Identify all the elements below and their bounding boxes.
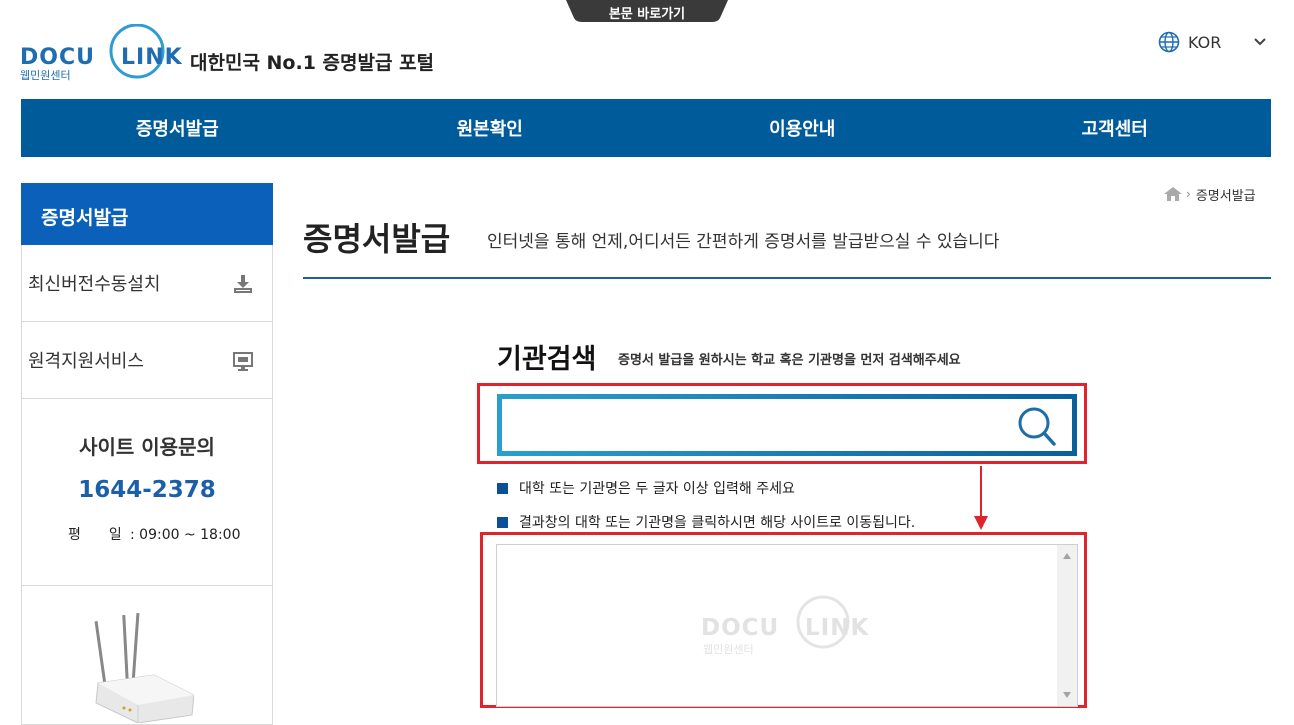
search-results-list[interactable]: DOCU LINK 웹민원센터 — [496, 544, 1078, 707]
svg-text:웹민원센터: 웹민원센터 — [20, 69, 71, 82]
scroll-up-icon[interactable] — [1057, 547, 1077, 565]
sidebar-item-label: 최신버전수동설치 — [28, 274, 161, 295]
institution-search-box — [497, 394, 1077, 456]
language-label: KOR — [1188, 32, 1222, 52]
svg-text:웹민원센터: 웹민원센터 — [703, 643, 754, 656]
skip-to-content-link[interactable]: 본문 바로가기 — [566, 0, 728, 22]
nav-usage-guide[interactable]: 이용안내 — [646, 99, 959, 157]
red-arrow-down-icon — [974, 466, 988, 530]
breadcrumb: › 증명서발급 — [1164, 185, 1256, 204]
svg-text:DOCU: DOCU — [20, 45, 95, 70]
svg-text:LINK: LINK — [805, 615, 869, 641]
bullet-square — [497, 516, 508, 528]
notice-text: 결과창의 대학 또는 기관명을 클릭하시면 해당 사이트로 이동됩니다. — [519, 515, 916, 531]
breadcrumb-current: 증명서발급 — [1195, 188, 1256, 204]
title-divider — [303, 277, 1271, 279]
svg-text:LINK: LINK — [121, 45, 182, 70]
svg-text:DOCU: DOCU — [701, 615, 779, 641]
search-section-title: 기관검색 — [497, 344, 597, 375]
contact-phone: 1644-2378 — [78, 477, 216, 503]
results-scrollbar[interactable] — [1057, 545, 1077, 706]
download-icon — [234, 275, 252, 293]
logo-graphic: DOCU LINK 웹민원센터 — [20, 23, 182, 82]
nav-original-verify[interactable]: 원본확인 — [334, 99, 647, 157]
institution-search-input[interactable] — [510, 407, 1000, 443]
language-selector[interactable]: KOR — [1158, 31, 1266, 53]
home-icon[interactable] — [1164, 187, 1182, 201]
contact-title: 사이트 이용문의 — [79, 435, 215, 459]
sidebar-item-remote-support[interactable]: 원격지원서비스 — [22, 322, 272, 399]
globe-icon — [1158, 31, 1180, 53]
search-notice-item: 대학 또는 기관명은 두 글자 이상 입력해 주세요 — [497, 478, 795, 498]
hours-value: : 09:00 ~ 18:00 — [130, 527, 241, 543]
main-navigation: 증명서발급 원본확인 이용안내 고객센터 — [21, 99, 1271, 157]
scroll-down-icon[interactable] — [1057, 686, 1077, 704]
nav-certificate-issue[interactable]: 증명서발급 — [21, 99, 334, 157]
notice-text: 대학 또는 기관명은 두 글자 이상 입력해 주세요 — [519, 481, 795, 497]
chevron-down-icon — [1254, 38, 1266, 46]
sidebar-item-manual-install[interactable]: 최신버전수동설치 — [22, 245, 272, 322]
page-title: 증명서발급 — [303, 220, 451, 258]
docu-link-logo[interactable]: DOCU LINK 웹민원센터 — [20, 23, 182, 82]
site-tagline: 대한민국 No.1 증명발급 포털 — [190, 52, 435, 74]
skip-link-label: 본문 바로가기 — [608, 7, 686, 22]
page-description: 인터넷을 통해 언제,어디서든 간편하게 증명서를 발급받으실 수 있습니다 — [487, 232, 1000, 252]
monitor-icon — [233, 352, 253, 371]
router-image — [94, 613, 194, 723]
nav-customer-center[interactable]: 고객센터 — [959, 99, 1272, 157]
hours-label: 평 일 — [68, 527, 122, 543]
sidebar-title: 증명서발급 — [21, 183, 273, 245]
sidebar: 증명서발급 최신버전수동설치 원격지원서비스 사이트 이용문의 1644-237… — [21, 183, 273, 725]
docu-link-watermark: DOCU LINK 웹민원센터 — [701, 595, 869, 656]
search-notice-item: 결과창의 대학 또는 기관명을 클릭하시면 해당 사이트로 이동됩니다. — [497, 512, 915, 532]
bullet-square — [497, 482, 508, 494]
breadcrumb-separator: › — [1186, 187, 1191, 201]
contact-hours: 평 일 : 09:00 ~ 18:00 — [68, 524, 241, 544]
sidebar-item-label: 원격지원서비스 — [28, 351, 144, 372]
search-icon[interactable] — [1014, 404, 1060, 448]
search-section-subtitle: 증명서 발급을 원하시는 학교 혹은 기관명을 먼저 검색해주세요 — [618, 353, 961, 368]
site-contact-box: 사이트 이용문의 1644-2378 평 일 : 09:00 ~ 18:00 — [22, 399, 272, 586]
